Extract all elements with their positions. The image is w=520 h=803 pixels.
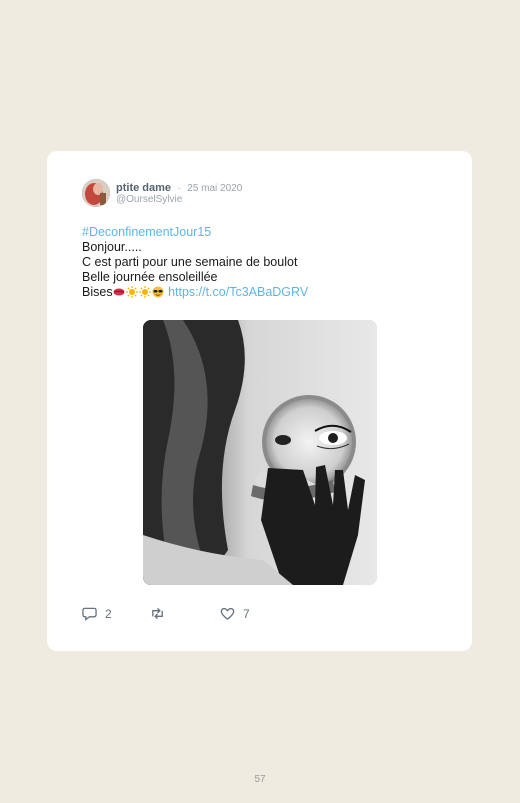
tweet-line-4: Bises https://t.co/Tc3ABaDGRV bbox=[82, 285, 442, 300]
page-number: 57 bbox=[254, 774, 266, 785]
reply-action[interactable]: 2 bbox=[82, 606, 112, 621]
tweet-url-link[interactable]: https://t.co/Tc3ABaDGRV bbox=[168, 285, 308, 299]
like-count: 7 bbox=[243, 606, 250, 621]
sun-icon bbox=[125, 286, 138, 298]
tweet-line-1: Bonjour..... bbox=[82, 240, 142, 254]
author-handle[interactable]: @OurselSylvie bbox=[116, 194, 182, 205]
tweet-line-2: C est parti pour une semaine de boulot bbox=[82, 255, 298, 269]
reply-icon bbox=[82, 607, 97, 621]
tweet-card: ptite dame · 25 mai 2020 @OurselSylvie #… bbox=[47, 151, 472, 651]
hashtag-link[interactable]: #DeconfinementJour15 bbox=[82, 225, 442, 240]
avatar[interactable] bbox=[82, 179, 110, 207]
retweet-action[interactable] bbox=[150, 606, 173, 621]
separator: · bbox=[177, 183, 181, 194]
tweet-text: #DeconfinementJour15 Bonjour..... C est … bbox=[82, 225, 442, 300]
tweet-date[interactable]: 25 mai 2020 bbox=[187, 183, 242, 194]
reply-count: 2 bbox=[105, 606, 112, 621]
tweet-photo[interactable] bbox=[143, 320, 377, 585]
kiss-lips-icon bbox=[113, 288, 125, 296]
heart-icon bbox=[220, 607, 235, 620]
tweet-line-3: Belle journée ensoleillée bbox=[82, 270, 218, 284]
author-name[interactable]: ptite dame bbox=[116, 182, 171, 194]
sunglasses-face-icon bbox=[152, 286, 164, 298]
bises-text: Bises bbox=[82, 285, 113, 299]
retweet-icon bbox=[152, 607, 163, 620]
sun-icon bbox=[138, 286, 151, 298]
like-action[interactable]: 7 bbox=[220, 606, 250, 621]
user-info: ptite dame · 25 mai 2020 bbox=[116, 180, 242, 195]
